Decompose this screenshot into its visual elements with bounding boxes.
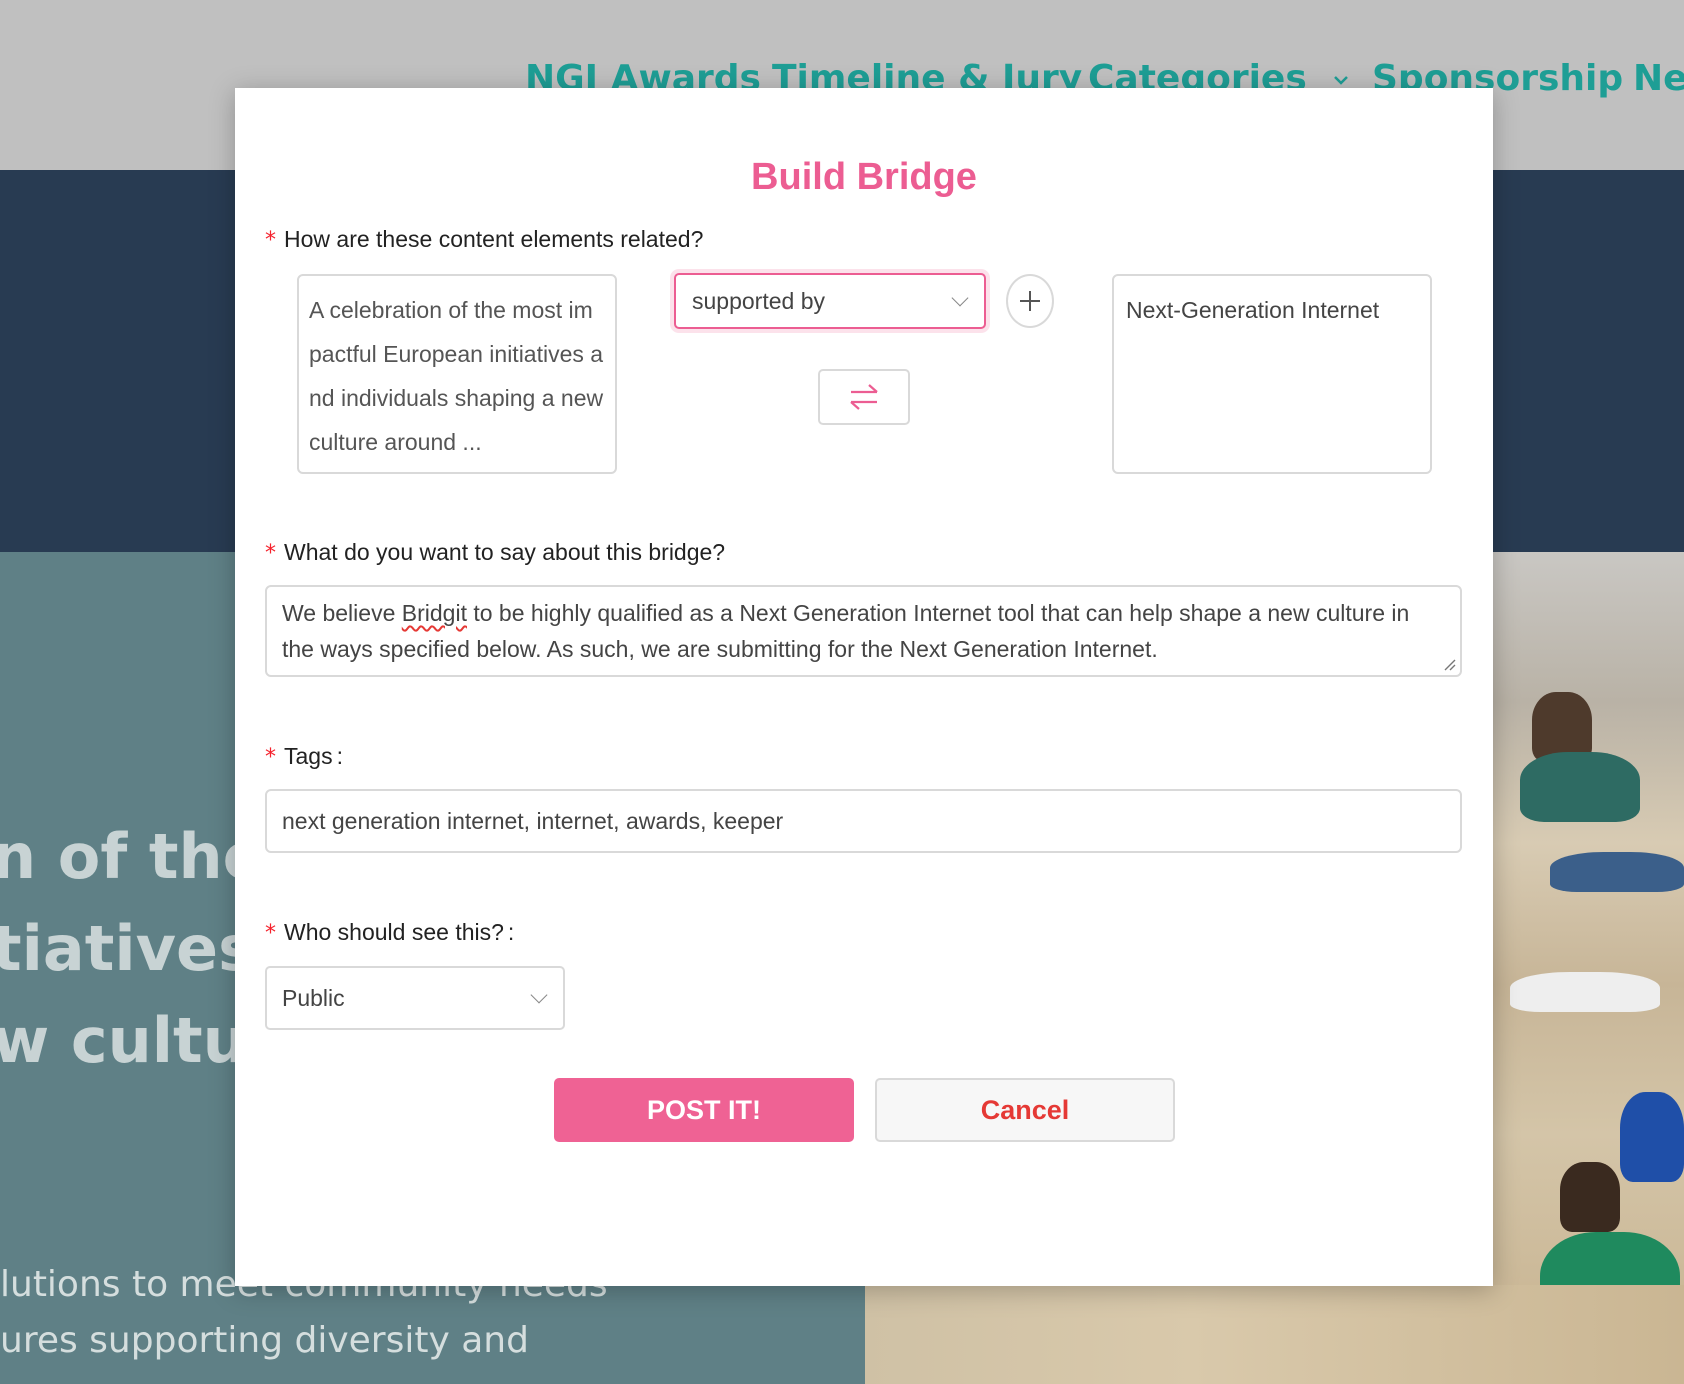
bridge-description-textarea[interactable]: We believe Bridgit to be highly qualifie… — [265, 585, 1462, 677]
required-mark: * — [265, 745, 276, 770]
chevron-down-icon — [530, 986, 548, 1004]
required-mark: * — [265, 228, 276, 253]
misspelled-word: Bridgit — [401, 600, 467, 626]
add-relation-button[interactable] — [1006, 274, 1054, 328]
required-mark: * — [265, 921, 276, 946]
visibility-label: * Who should see this?: — [265, 919, 514, 946]
target-content-card: Next-Generation Internet — [1112, 274, 1432, 474]
swap-arrows-icon — [850, 384, 878, 410]
resize-handle-icon[interactable] — [1442, 657, 1456, 671]
nav-link-next[interactable]: Ne — [1633, 58, 1684, 99]
tags-label-colon: : — [336, 743, 343, 769]
relation-label-text: How are these content elements related? — [284, 226, 704, 252]
visibility-value: Public — [282, 984, 345, 1011]
chevron-down-icon — [951, 289, 969, 307]
hero-photo — [1490, 552, 1684, 1384]
description-label: * What do you want to say about this brid… — [265, 539, 725, 566]
relation-type-select[interactable]: supported by — [674, 273, 986, 329]
build-bridge-modal: Build Bridge * How are these content elem… — [235, 88, 1493, 1286]
source-content-card: A celebration of the most impactful Euro… — [297, 274, 617, 474]
description-text-part: We believe — [282, 600, 402, 626]
description-label-text: What do you want to say about this bridg… — [284, 539, 726, 565]
chevron-down-icon — [1334, 76, 1349, 85]
modal-title: Build Bridge — [751, 156, 977, 198]
required-mark: * — [265, 541, 276, 566]
swap-direction-button[interactable] — [818, 369, 910, 425]
visibility-label-colon: : — [507, 919, 515, 945]
tags-label-text: Tags — [284, 743, 333, 769]
plus-icon — [1020, 291, 1040, 311]
visibility-select[interactable]: Public — [265, 966, 565, 1030]
cancel-button-label: Cancel — [980, 1094, 1070, 1125]
cancel-button[interactable]: Cancel — [875, 1078, 1175, 1142]
hero-subtext-line-2: ures supporting diversity and — [0, 1320, 529, 1361]
visibility-label-text: Who should see this? — [284, 919, 504, 945]
tags-input[interactable]: next generation internet, internet, awar… — [265, 789, 1462, 853]
tags-label: * Tags: — [265, 743, 343, 770]
relation-type-value: supported by — [692, 287, 825, 314]
post-button[interactable]: POST IT! — [554, 1078, 854, 1142]
tags-value: next generation internet, internet, awar… — [282, 807, 784, 834]
relation-label: * How are these content elements related? — [265, 226, 703, 253]
hero-photo-strip — [865, 1285, 1684, 1384]
